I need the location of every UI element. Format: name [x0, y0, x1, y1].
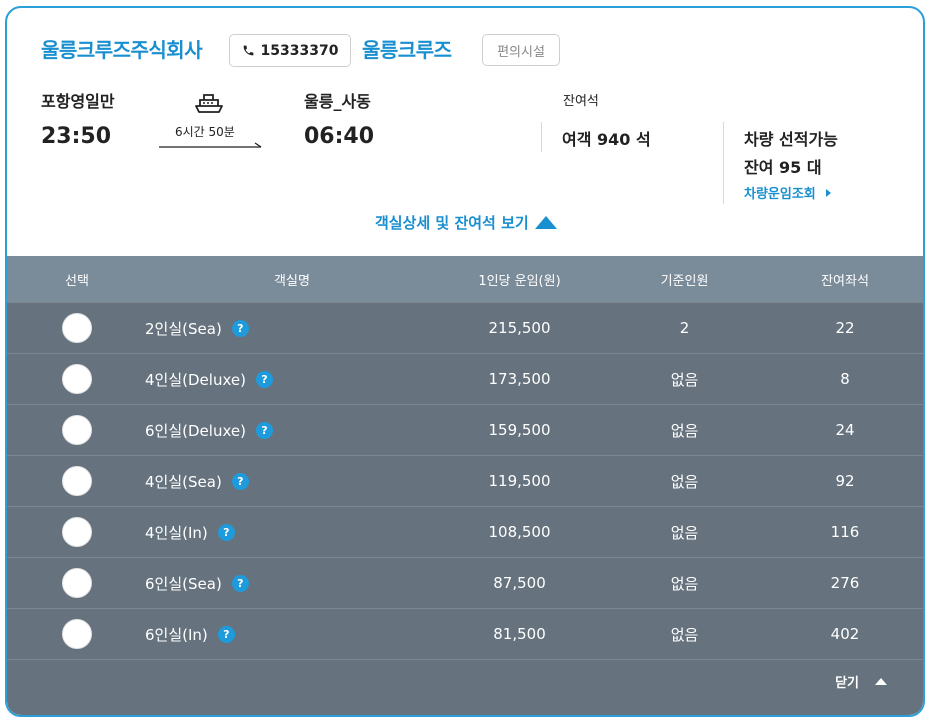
- help-icon[interactable]: ?: [255, 370, 273, 388]
- facility-button[interactable]: 편의시설: [482, 34, 560, 66]
- select-radio[interactable]: [62, 568, 92, 598]
- help-icon[interactable]: ?: [255, 421, 273, 439]
- room-base: 없음: [670, 370, 699, 389]
- remaining-seats-label: 잔여석: [563, 94, 599, 109]
- table-row[interactable]: 2인실(Sea)? 215,500 2 22: [7, 302, 923, 353]
- room-fare: 87,500: [493, 574, 546, 592]
- room-fare: 108,500: [488, 523, 551, 541]
- room-remaining: 402: [830, 625, 860, 643]
- room-fare: 173,500: [488, 370, 551, 388]
- select-radio[interactable]: [62, 619, 92, 649]
- help-icon[interactable]: ?: [217, 523, 235, 541]
- room-base: 없음: [670, 472, 699, 491]
- trip-duration: 6시간 50분: [175, 125, 235, 139]
- room-remaining: 276: [830, 574, 860, 592]
- help-icon[interactable]: ?: [231, 472, 249, 490]
- phone-button[interactable]: 15333370: [229, 34, 351, 67]
- col-remaining: 잔여좌석: [821, 273, 869, 289]
- chevron-right-icon: [825, 188, 831, 197]
- arrival-port: 울릉_사동: [304, 92, 371, 111]
- seats-divider-right: [723, 122, 724, 204]
- seats-divider-left: [541, 122, 542, 152]
- table-row[interactable]: 4인실(Deluxe)? 173,500 없음 8: [7, 353, 923, 404]
- room-base: 없음: [670, 523, 699, 542]
- room-fare: 159,500: [488, 421, 551, 439]
- select-radio[interactable]: [62, 415, 92, 445]
- room-name: 6인실(Deluxe): [145, 421, 246, 440]
- route-arrow-icon: [159, 142, 262, 148]
- table-row[interactable]: 6인실(Deluxe)? 159,500 없음 24: [7, 404, 923, 455]
- col-base-persons: 기준인원: [660, 273, 709, 289]
- table-bottom-border: [7, 659, 923, 660]
- vehicle-fare-link[interactable]: 차량운임조회: [744, 183, 831, 202]
- table-header: 선택 객실명 1인당 운임(원) 기준인원 잔여좌석: [7, 256, 923, 302]
- room-base: 없음: [670, 421, 699, 440]
- caret-up-icon: [875, 678, 887, 685]
- room-fare: 215,500: [488, 319, 551, 337]
- company-name: 울릉크루즈주식회사: [41, 38, 203, 62]
- room-remaining: 116: [830, 523, 860, 541]
- select-radio[interactable]: [62, 466, 92, 496]
- room-details-toggle[interactable]: 객실상세 및 잔여석 보기: [375, 212, 557, 233]
- room-name: 4인실(In): [145, 523, 208, 542]
- room-name: 4인실(Deluxe): [145, 370, 246, 389]
- departure-time: 23:50: [41, 124, 112, 149]
- phone-icon: [243, 45, 253, 56]
- table-row[interactable]: 6인실(In)? 81,500 없음 402: [7, 608, 923, 659]
- help-icon[interactable]: ?: [231, 319, 249, 337]
- vehicle-remaining: 잔여 95 대: [744, 158, 822, 177]
- room-name: 4인실(Sea): [145, 472, 222, 491]
- passenger-seats: 여객 940 석: [562, 130, 651, 149]
- room-table: 선택 객실명 1인당 운임(원) 기준인원 잔여좌석 2인실(Sea)? 215…: [7, 256, 923, 715]
- caret-up-icon: [534, 216, 557, 229]
- room-fare: 81,500: [493, 625, 546, 643]
- ferry-result-card: 울릉크루즈주식회사 15333370 울릉크루즈 편의시설 포항영일만 23:5…: [5, 6, 925, 717]
- room-details-label: 객실상세 및 잔여석 보기: [375, 214, 529, 232]
- close-label: 닫기: [835, 676, 859, 691]
- room-base: 없음: [670, 625, 699, 644]
- close-button[interactable]: 닫기: [835, 672, 887, 691]
- table-row[interactable]: 4인실(Sea)? 119,500 없음 92: [7, 455, 923, 506]
- room-remaining: 24: [835, 421, 855, 439]
- room-name: 6인실(In): [145, 625, 208, 644]
- arrival-time: 06:40: [304, 124, 375, 149]
- select-radio[interactable]: [62, 313, 92, 343]
- col-select: 선택: [65, 273, 89, 289]
- help-icon[interactable]: ?: [231, 574, 249, 592]
- table-row[interactable]: 6인실(Sea)? 87,500 없음 276: [7, 557, 923, 608]
- departure-port: 포항영일만: [41, 92, 115, 111]
- room-base: 2: [679, 319, 690, 337]
- room-name: 6인실(Sea): [145, 574, 222, 593]
- vehicle-capacity: 차량 선적가능: [744, 130, 838, 149]
- ship-brand: 울릉크루즈: [362, 38, 452, 62]
- room-fare: 119,500: [488, 472, 551, 490]
- room-remaining: 22: [835, 319, 855, 337]
- phone-number: 15333370: [260, 42, 339, 59]
- room-name: 2인실(Sea): [145, 319, 222, 338]
- help-icon[interactable]: ?: [217, 625, 235, 643]
- summary-section: 울릉크루즈주식회사 15333370 울릉크루즈 편의시설 포항영일만 23:5…: [7, 8, 923, 256]
- select-radio[interactable]: [62, 364, 92, 394]
- col-room-name: 객실명: [274, 273, 310, 289]
- room-remaining: 8: [840, 370, 850, 388]
- vehicle-fare-label: 차량운임조회: [744, 187, 816, 202]
- room-base: 없음: [670, 574, 699, 593]
- room-remaining: 92: [835, 472, 855, 490]
- select-radio[interactable]: [62, 517, 92, 547]
- ship-icon: [195, 94, 223, 113]
- col-fare: 1인당 운임(원): [478, 273, 561, 289]
- table-row[interactable]: 4인실(In)? 108,500 없음 116: [7, 506, 923, 557]
